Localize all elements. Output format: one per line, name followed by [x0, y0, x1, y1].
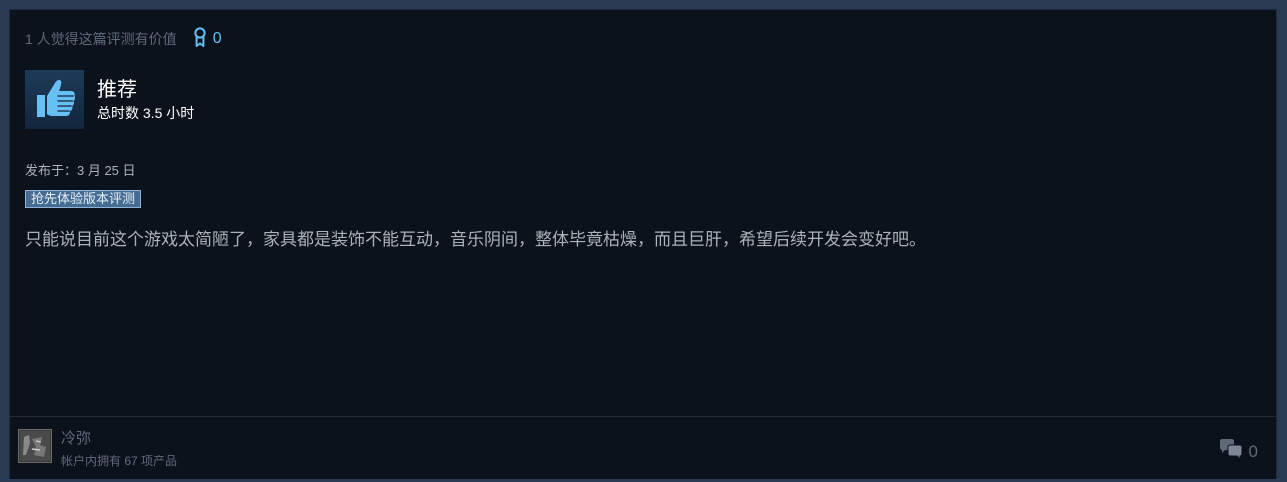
comment-bubbles-icon [1219, 439, 1243, 464]
review-verdict: 推荐 总时数 3.5 小时 [25, 70, 194, 129]
playtime-hours: 总时数 3.5 小时 [97, 104, 195, 121]
avatar[interactable] [18, 429, 52, 463]
award-ribbon-icon [193, 26, 207, 52]
posted-date: 发布于：3 月 25 日 [25, 163, 136, 178]
thumbs-up-box [25, 70, 84, 129]
helpful-row: 1 人觉得这篇评测有价值 0 [25, 26, 222, 52]
review-body-text: 只能说目前这个游戏太简陋了，家具都是装饰不能互动，音乐阴间，整体毕竟枯燥，而且巨… [25, 230, 926, 249]
review-footer: 冷弥 帐户内拥有 67 项产品 0 [10, 416, 1276, 479]
award-count: 0 [212, 30, 222, 47]
comment-count: 0 [1248, 441, 1258, 461]
early-access-badge: 抢先体验版本评测 [25, 190, 142, 208]
author-product-count[interactable]: 帐户内拥有 67 项产品 [61, 453, 177, 469]
helpful-count-text: 1 人觉得这篇评测有价值 [25, 31, 177, 47]
review-card: 1 人觉得这篇评测有价值 0 推荐 总时数 3.5 小时 发布于：3 月 25 … [10, 10, 1276, 479]
award-button[interactable]: 0 [193, 26, 222, 52]
verdict-title: 推荐 [97, 78, 137, 101]
thumbs-up-icon [31, 73, 79, 126]
author-name[interactable]: 冷弥 [61, 429, 91, 449]
comments-link[interactable]: 0 [1219, 439, 1258, 464]
